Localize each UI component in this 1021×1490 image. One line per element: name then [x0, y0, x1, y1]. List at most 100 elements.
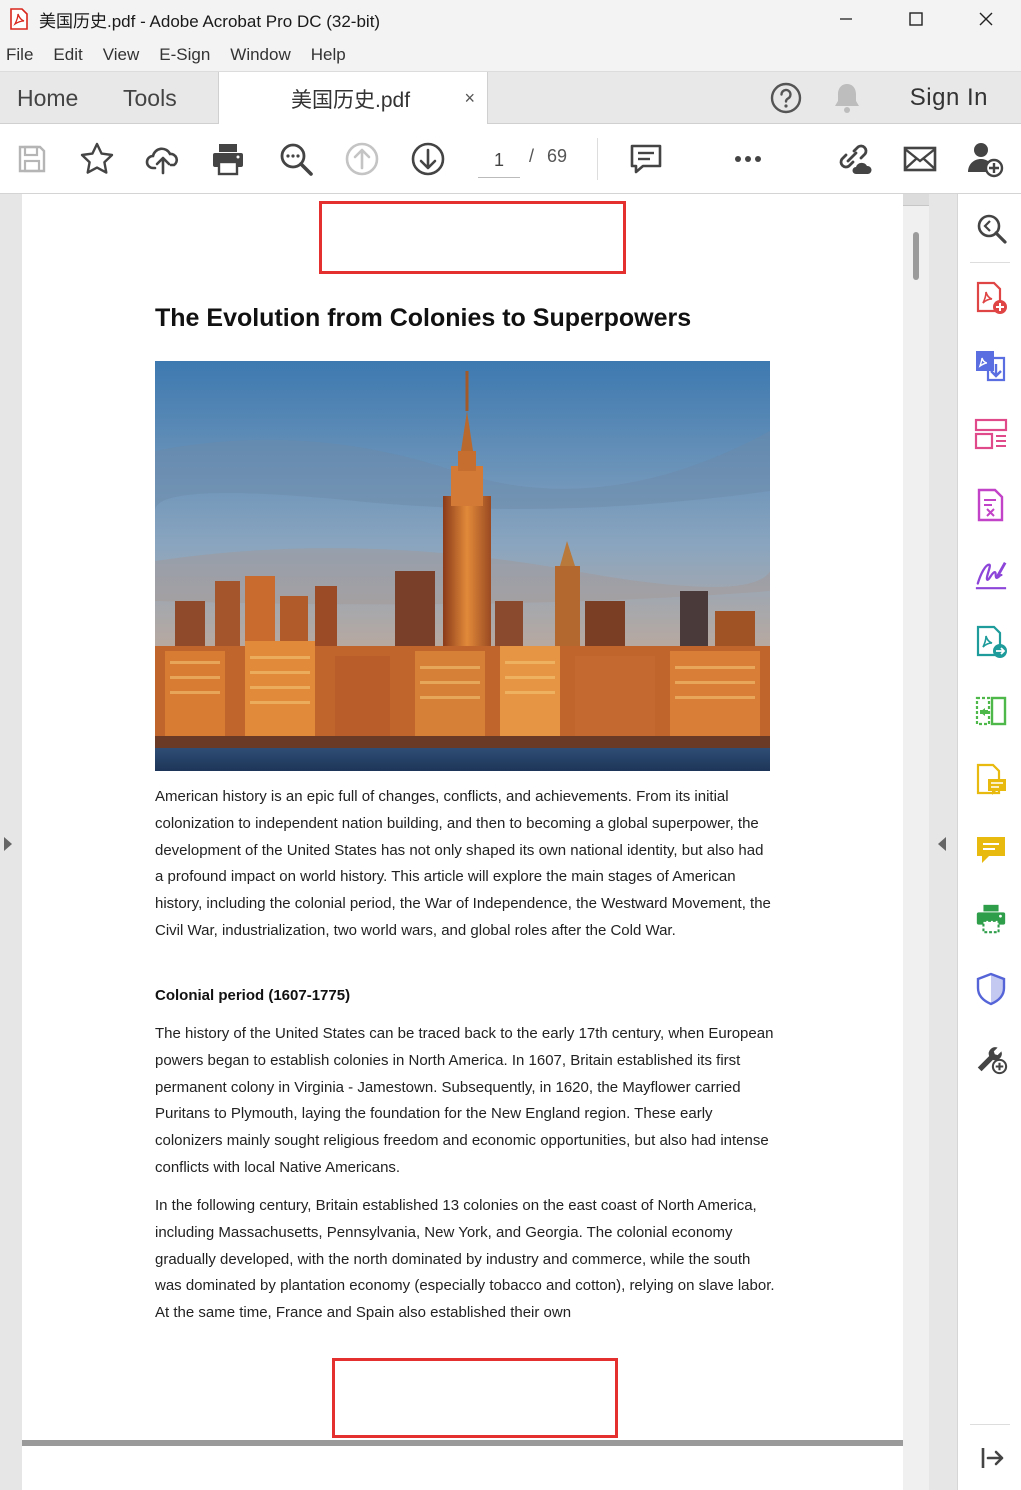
comment-icon	[630, 144, 662, 174]
tab-home[interactable]: Home	[17, 72, 78, 124]
more-tools-button[interactable]	[729, 140, 767, 178]
page-break	[22, 1440, 903, 1446]
left-panel-strip	[0, 194, 22, 1490]
document-title: The Evolution from Colonies to Superpowe…	[155, 304, 692, 332]
add-person-icon	[968, 143, 1004, 178]
add-comment-tool[interactable]	[974, 832, 1008, 868]
compare-files-icon	[975, 696, 1007, 726]
print-production-icon	[976, 904, 1006, 934]
nyc-skyline-image	[155, 361, 770, 771]
close-tab-button[interactable]: ×	[464, 88, 475, 109]
comment-tool[interactable]	[974, 762, 1008, 798]
annotation-rectangle-top[interactable]	[319, 201, 626, 274]
cloud-upload-icon	[145, 147, 179, 175]
print-button[interactable]	[209, 140, 247, 178]
speech-bubble-icon	[977, 837, 1005, 863]
maximize-icon	[909, 12, 923, 26]
export-pdf-icon	[976, 351, 1006, 382]
signature-pen-icon	[975, 562, 1007, 590]
document-tab-label: 美国历史.pdf	[291, 88, 411, 112]
total-pages: 69	[547, 146, 568, 166]
search-tool-button[interactable]	[974, 210, 1008, 246]
menu-edit[interactable]: Edit	[43, 45, 92, 65]
close-icon	[979, 12, 993, 26]
menu-view[interactable]: View	[93, 45, 150, 65]
pane-divider	[970, 262, 1010, 263]
shield-icon	[976, 972, 1006, 1006]
save-icon	[18, 145, 46, 173]
mail-icon	[903, 146, 937, 172]
share-pdf-icon	[976, 625, 1007, 658]
intro-paragraph: American history is an epic full of chan…	[155, 788, 771, 939]
save-button[interactable]	[13, 140, 51, 178]
star-icon	[80, 142, 114, 174]
menu-esign[interactable]: E-Sign	[149, 45, 220, 65]
collapse-arrow-icon	[981, 1448, 1004, 1468]
menu-file[interactable]: File	[0, 45, 43, 65]
colonial-paragraph-2: In the following century, Britain establ…	[155, 1197, 775, 1322]
organize-pages-tool[interactable]	[974, 416, 1008, 452]
notifications-bell-icon[interactable]	[831, 81, 863, 115]
menu-window[interactable]: Window	[220, 45, 300, 65]
close-window-button[interactable]	[951, 0, 1021, 38]
scrollbar-cap	[903, 194, 929, 206]
bookmark-star-button[interactable]	[78, 140, 116, 178]
print-icon	[213, 144, 243, 176]
create-pdf-icon	[976, 281, 1007, 314]
link-cloud-icon	[839, 144, 872, 174]
maximize-button[interactable]	[881, 0, 951, 38]
add-user-button[interactable]	[966, 140, 1004, 178]
title-bar: 美国历史.pdf - Adobe Acrobat Pro DC (32-bit)	[0, 0, 1021, 38]
tab-document[interactable]: 美国历史.pdf ×	[218, 72, 488, 125]
tab-tools[interactable]: Tools	[123, 72, 177, 124]
wrench-add-icon	[977, 1047, 1008, 1075]
pane-divider-bottom	[970, 1424, 1010, 1425]
vertical-scrollbar[interactable]	[903, 194, 929, 1490]
more-dots-icon	[735, 156, 761, 162]
arrow-down-circle-icon	[411, 142, 445, 176]
window-title: 美国历史.pdf - Adobe Acrobat Pro DC (32-bit)	[39, 11, 381, 31]
export-pdf-tool[interactable]	[974, 347, 1008, 383]
arrow-up-circle-icon	[345, 142, 379, 176]
help-icon[interactable]	[769, 81, 803, 115]
organize-pages-icon	[974, 418, 1008, 450]
section-heading: Colonial period (1607-1775)	[155, 987, 351, 1004]
previous-page-button[interactable]	[343, 140, 381, 178]
annotation-rectangle-bottom[interactable]	[332, 1358, 618, 1438]
minimize-icon	[840, 18, 852, 20]
page-separator: /	[529, 146, 535, 166]
fill-sign-tool[interactable]	[974, 557, 1008, 593]
scrollbar-thumb[interactable]	[913, 232, 919, 280]
zoom-out-button[interactable]	[277, 140, 315, 178]
upload-cloud-button[interactable]	[144, 140, 182, 178]
zoom-search-icon	[280, 143, 313, 176]
colonial-paragraph-1: The history of the United States can be …	[155, 1025, 774, 1176]
document-viewport[interactable]: The Evolution from Colonies to Superpowe…	[22, 194, 903, 1490]
print-production-tool[interactable]	[974, 901, 1008, 937]
acrobat-app-icon	[10, 8, 28, 30]
edit-pdf-icon	[977, 488, 1004, 522]
collapse-right-panel-icon[interactable]	[938, 837, 946, 851]
share-link-button[interactable]	[834, 140, 872, 178]
next-page-button[interactable]	[409, 140, 447, 178]
right-tools-pane	[957, 194, 1021, 1490]
collapse-tools-pane-button[interactable]	[974, 1440, 1008, 1476]
protect-tool[interactable]	[974, 971, 1008, 1007]
create-pdf-tool[interactable]	[974, 280, 1008, 316]
right-panel-strip	[929, 194, 957, 1490]
comment-document-icon	[976, 763, 1006, 795]
compare-files-tool[interactable]	[974, 693, 1008, 729]
page-number-input[interactable]: 1	[478, 144, 520, 178]
email-button[interactable]	[901, 140, 939, 178]
edit-pdf-tool[interactable]	[974, 487, 1008, 523]
expand-left-panel-icon[interactable]	[4, 837, 12, 851]
menu-bar: File Edit View E-Sign Window Help	[0, 38, 1021, 72]
more-tools-pane-button[interactable]	[974, 1040, 1008, 1076]
comment-button[interactable]	[627, 140, 665, 178]
zoom-search-icon	[977, 214, 1007, 244]
sign-in-button[interactable]: Sign In	[910, 72, 988, 124]
menu-help[interactable]: Help	[301, 45, 356, 65]
acrobat-window: 美国历史.pdf - Adobe Acrobat Pro DC (32-bit)…	[0, 0, 1021, 1490]
minimize-button[interactable]	[811, 0, 881, 38]
send-for-review-tool[interactable]	[974, 624, 1008, 660]
